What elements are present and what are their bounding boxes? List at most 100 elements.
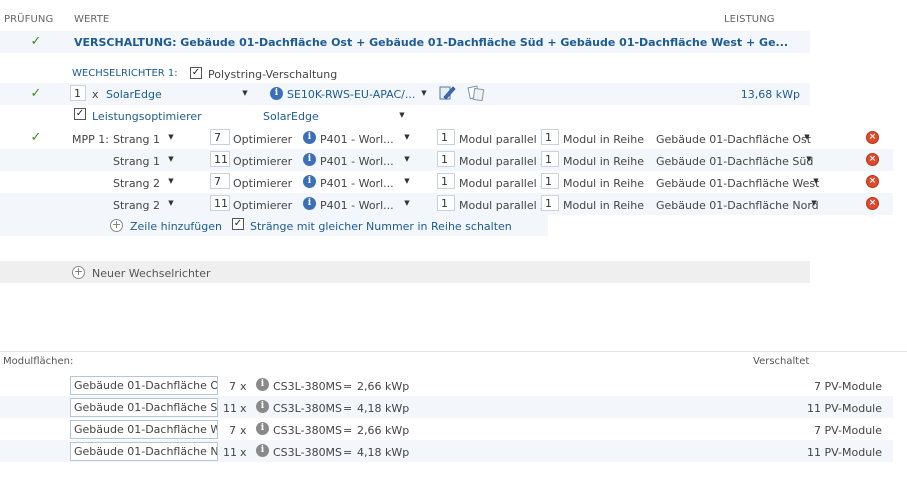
strang-dropdown-icon[interactable]: ▼ xyxy=(166,129,176,145)
header-check: PRÜFUNG xyxy=(4,14,54,25)
delete-icon[interactable]: × xyxy=(866,175,879,188)
module-area-select[interactable]: Gebäude 01-Dachfläche Süd xyxy=(656,155,813,168)
inverter-times: x xyxy=(92,88,99,101)
optimizer-model-select[interactable]: P401 - Worl... xyxy=(320,199,394,212)
module-equals: = xyxy=(343,446,353,459)
header-values: WERTE xyxy=(74,14,110,25)
optimizer-model-select[interactable]: P401 - Worl... xyxy=(320,133,394,146)
optimizer-model-select[interactable]: P401 - Worl... xyxy=(320,155,394,168)
strang-select[interactable]: Strang 1 xyxy=(113,133,160,146)
string-row: Strang 1 ▼ 7 Optimierer i P401 - Worl...… xyxy=(0,127,893,149)
parallel-label: Modul parallel x xyxy=(459,133,547,146)
module-wired: 7 PV-Module xyxy=(814,424,882,437)
delete-icon[interactable]: × xyxy=(866,197,879,210)
module-area-select[interactable]: Gebäude 01-Dachfläche Nord xyxy=(656,199,819,212)
optimizer-count-input[interactable]: 7 xyxy=(210,129,230,145)
module-area-name-input[interactable]: Gebäude 01-Dachfläche Ost xyxy=(70,376,218,395)
optimizer-model-dropdown-icon[interactable]: ▼ xyxy=(402,195,412,211)
module-row: Gebäude 01-Dachfläche Süd 11 x i CS3L-38… xyxy=(0,396,893,418)
optimizer-text: Optimierer xyxy=(233,133,293,146)
module-wired: 11 PV-Module xyxy=(807,402,882,415)
optimizer-checkbox[interactable]: ✓ xyxy=(74,108,86,120)
module-wired: 7 PV-Module xyxy=(814,380,882,393)
parallel-input[interactable]: 1 xyxy=(437,173,455,189)
delete-icon[interactable]: × xyxy=(866,131,879,144)
module-power: 2,66 kWp xyxy=(357,380,410,393)
wiring-title[interactable]: VERSCHALTUNG: Gebäude 01-Dachfläche Ost … xyxy=(74,36,788,49)
strang-select[interactable]: Strang 1 xyxy=(113,155,160,168)
inverter-model-select[interactable]: SE10K-RWS-EU-APAC/... xyxy=(287,88,415,101)
optimizer-info-icon[interactable]: i xyxy=(303,153,316,166)
module-type: CS3L-380MS xyxy=(273,402,343,415)
copy-icon[interactable] xyxy=(467,85,485,101)
module-wired: 11 PV-Module xyxy=(807,446,882,459)
strang-select[interactable]: Strang 2 xyxy=(113,199,160,212)
optimizer-model-dropdown-icon[interactable]: ▼ xyxy=(402,173,412,189)
add-row-icon[interactable]: + xyxy=(110,219,123,232)
optimizer-info-icon[interactable]: i xyxy=(303,197,316,210)
module-row: Gebäude 01-Dachfläche West 7 x i CS3L-38… xyxy=(0,418,893,440)
inverter-count-input[interactable]: 1 xyxy=(70,85,86,101)
model-dropdown-icon[interactable]: ▼ xyxy=(419,85,429,101)
optimizer-model-dropdown-icon[interactable]: ▼ xyxy=(402,151,412,167)
area-dropdown-icon[interactable]: ▼ xyxy=(811,173,821,189)
module-info-icon[interactable]: i xyxy=(256,444,269,457)
optimizer-text: Optimierer xyxy=(233,155,293,168)
area-dropdown-icon[interactable]: ▼ xyxy=(804,151,814,167)
parallel-label: Modul parallel x xyxy=(459,177,547,190)
module-info-icon[interactable]: i xyxy=(256,378,269,391)
series-same-checkbox[interactable]: ✓ xyxy=(232,218,244,230)
series-input[interactable]: 1 xyxy=(541,151,559,167)
module-area-select[interactable]: Gebäude 01-Dachfläche Ost xyxy=(656,133,811,146)
new-inverter-link[interactable]: Neuer Wechselrichter xyxy=(92,267,211,280)
optimizer-model-dropdown-icon[interactable]: ▼ xyxy=(402,129,412,145)
strang-select[interactable]: Strang 2 xyxy=(113,177,160,190)
optimizer-dropdown-icon[interactable]: ▼ xyxy=(397,107,407,123)
polystring-label: Polystring-Verschaltung xyxy=(208,68,338,81)
module-times: x xyxy=(240,446,247,459)
optimizer-info-icon[interactable]: i xyxy=(303,131,316,144)
add-row-link[interactable]: Zeile hinzufügen xyxy=(130,220,222,233)
parallel-input[interactable]: 1 xyxy=(437,195,455,211)
area-dropdown-icon[interactable]: ▼ xyxy=(802,129,812,145)
inverter-label: WECHSELRICHTER 1: xyxy=(72,68,178,79)
module-area-name-input[interactable]: Gebäude 01-Dachfläche Nord xyxy=(70,442,218,461)
new-inverter-icon[interactable]: + xyxy=(72,266,85,279)
optimizer-model-select[interactable]: P401 - Worl... xyxy=(320,177,394,190)
string-row: Strang 1 ▼ 11 Optimierer i P401 - Worl..… xyxy=(0,149,893,171)
parallel-input[interactable]: 1 xyxy=(437,129,455,145)
optimizer-text: Optimierer xyxy=(233,177,293,190)
series-input[interactable]: 1 xyxy=(541,129,559,145)
optimizer-count-input[interactable]: 11 xyxy=(210,151,230,167)
inverter-info-icon[interactable]: i xyxy=(270,87,283,100)
series-input[interactable]: 1 xyxy=(541,195,559,211)
module-info-icon[interactable]: i xyxy=(256,400,269,413)
optimizer-count-input[interactable]: 7 xyxy=(210,173,230,189)
parallel-input[interactable]: 1 xyxy=(437,151,455,167)
delete-icon[interactable]: × xyxy=(866,153,879,166)
area-dropdown-icon[interactable]: ▼ xyxy=(809,195,819,211)
optimizer-info-icon[interactable]: i xyxy=(303,175,316,188)
module-power: 2,66 kWp xyxy=(357,424,410,437)
optimizer-count-input[interactable]: 11 xyxy=(210,195,230,211)
edit-icon[interactable] xyxy=(438,84,456,102)
optimizer-label: Leistungsoptimierer xyxy=(92,110,202,123)
wired-header: Verschaltet xyxy=(753,356,810,367)
module-area-select[interactable]: Gebäude 01-Dachfläche West xyxy=(656,177,819,190)
inverter-manufacturer-select[interactable]: SolarEdge xyxy=(106,88,162,101)
module-area-name-input[interactable]: Gebäude 01-Dachfläche West xyxy=(70,420,218,439)
strang-dropdown-icon[interactable]: ▼ xyxy=(166,151,176,167)
module-info-icon[interactable]: i xyxy=(256,422,269,435)
module-count: 7 xyxy=(229,424,236,437)
strang-dropdown-icon[interactable]: ▼ xyxy=(166,195,176,211)
module-times: x xyxy=(240,402,247,415)
series-input[interactable]: 1 xyxy=(541,173,559,189)
module-area-name-input[interactable]: Gebäude 01-Dachfläche Süd xyxy=(70,398,218,417)
strang-dropdown-icon[interactable]: ▼ xyxy=(166,173,176,189)
inverter-power: 13,68 kWp xyxy=(740,88,800,101)
polystring-checkbox[interactable]: ✓ xyxy=(190,67,202,79)
optimizer-manufacturer-select[interactable]: SolarEdge xyxy=(263,110,319,123)
module-equals: = xyxy=(343,424,353,437)
series-same-label: Stränge mit gleicher Nummer in Reihe sch… xyxy=(250,220,512,233)
manufacturer-dropdown-icon[interactable]: ▼ xyxy=(240,85,250,101)
